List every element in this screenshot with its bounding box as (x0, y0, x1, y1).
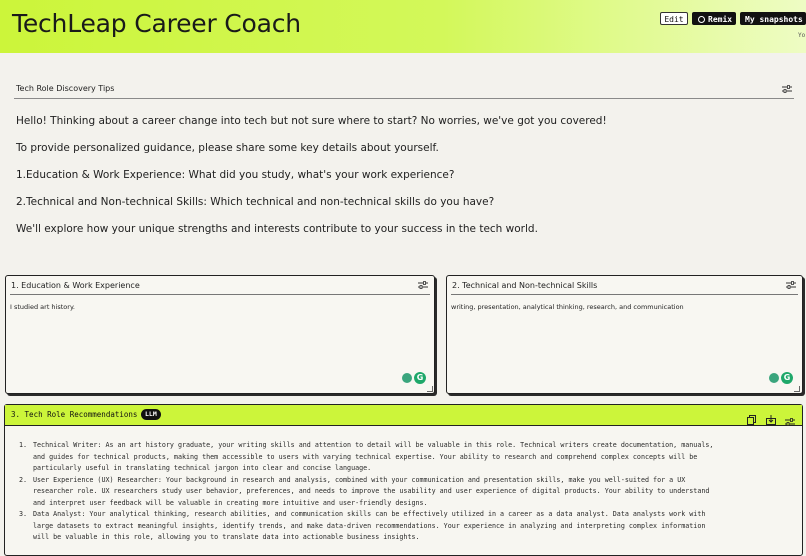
list-item-number: 1. (19, 441, 28, 449)
edit-button[interactable]: Edit (660, 12, 688, 25)
education-card-title: 1. Education & Work Experience (11, 281, 140, 290)
tips-title: Tech Role Discovery Tips (16, 84, 115, 93)
education-input-card: 1. Education & Work Experience I studied… (5, 275, 435, 394)
tips-body: Hello! Thinking about a career change in… (16, 114, 776, 249)
grammarly-icon[interactable]: G (781, 372, 793, 384)
llm-badge: LLM (141, 409, 161, 420)
download-icon[interactable] (766, 410, 776, 425)
list-item-text: researcher role. UX researchers study us… (33, 487, 710, 495)
list-item: 1. Technical Writer: As an art history g… (5, 440, 802, 475)
my-snapshots-button[interactable]: My snapshots (740, 12, 806, 25)
list-item-text: large datasets to extract meaningful ins… (33, 521, 706, 530)
list-item-text: and guides for technical products, makin… (33, 452, 698, 461)
resize-grip-icon[interactable] (794, 386, 800, 392)
list-item-text: will be valuable in this role, allowing … (33, 533, 420, 541)
recommendations-card: 3. Tech Role Recommendations LLM 1. Tech… (4, 404, 803, 556)
remix-button[interactable]: Remix (692, 12, 736, 25)
list-item-number: 2. (19, 475, 28, 484)
card-divider (10, 294, 430, 295)
grammarly-icon[interactable]: G (414, 372, 426, 384)
list-item: 3. Data Analyst: Your analytical thinkin… (5, 509, 802, 544)
list-item-text: and interpret user feedback will be valu… (33, 498, 428, 507)
tips-divider (14, 98, 794, 99)
skills-input-card: 2. Technical and Non-technical Skills wr… (446, 275, 803, 394)
remix-icon (698, 16, 705, 23)
card-divider (451, 294, 798, 295)
lightbulb-icon[interactable] (769, 373, 779, 383)
list-item-text: particularly useful in translating techn… (33, 464, 372, 472)
list-item-text: User Experience (UX) Researcher: Your ba… (33, 475, 686, 484)
skills-card-title: 2. Technical and Non-technical Skills (452, 281, 598, 290)
skills-field[interactable]: writing, presentation, analytical thinki… (451, 303, 684, 311)
education-field[interactable]: I studied art history. (10, 303, 75, 311)
tips-paragraph: To provide personalized guidance, please… (16, 142, 439, 154)
recommendations-header: 3. Tech Role Recommendations LLM (5, 405, 802, 426)
tips-paragraph: Hello! Thinking about a career change in… (16, 115, 607, 127)
list-item-text: Technical Writer: As an art history grad… (33, 441, 714, 449)
tips-paragraph: 2.Technical and Non-technical Skills: Wh… (16, 196, 495, 208)
list-item-number: 3. (19, 510, 28, 518)
user-label[interactable]: Yo (798, 32, 805, 39)
tips-paragraph: We'll explore how your unique strengths … (16, 223, 538, 235)
lightbulb-icon[interactable] (402, 373, 412, 383)
recommendations-title: 3. Tech Role Recommendations (11, 410, 138, 419)
resize-grip-icon[interactable] (427, 386, 433, 392)
sliders-icon[interactable] (786, 281, 796, 289)
app-header: TechLeap Career Coach Edit Remix My snap… (0, 0, 806, 53)
tips-paragraph: 1.Education & Work Experience: What did … (16, 169, 455, 181)
sliders-icon[interactable] (418, 281, 428, 289)
list-item: 2. User Experience (UX) Researcher: Your… (5, 475, 802, 510)
copy-icon[interactable] (747, 410, 757, 425)
remix-label: Remix (708, 15, 733, 24)
recommendations-list: 1. Technical Writer: As an art history g… (5, 440, 802, 544)
sliders-icon[interactable] (782, 85, 792, 93)
list-item-text: Data Analyst: Your analytical thinking, … (33, 510, 706, 518)
sliders-icon[interactable] (785, 411, 795, 426)
app-title: TechLeap Career Coach (12, 9, 301, 38)
